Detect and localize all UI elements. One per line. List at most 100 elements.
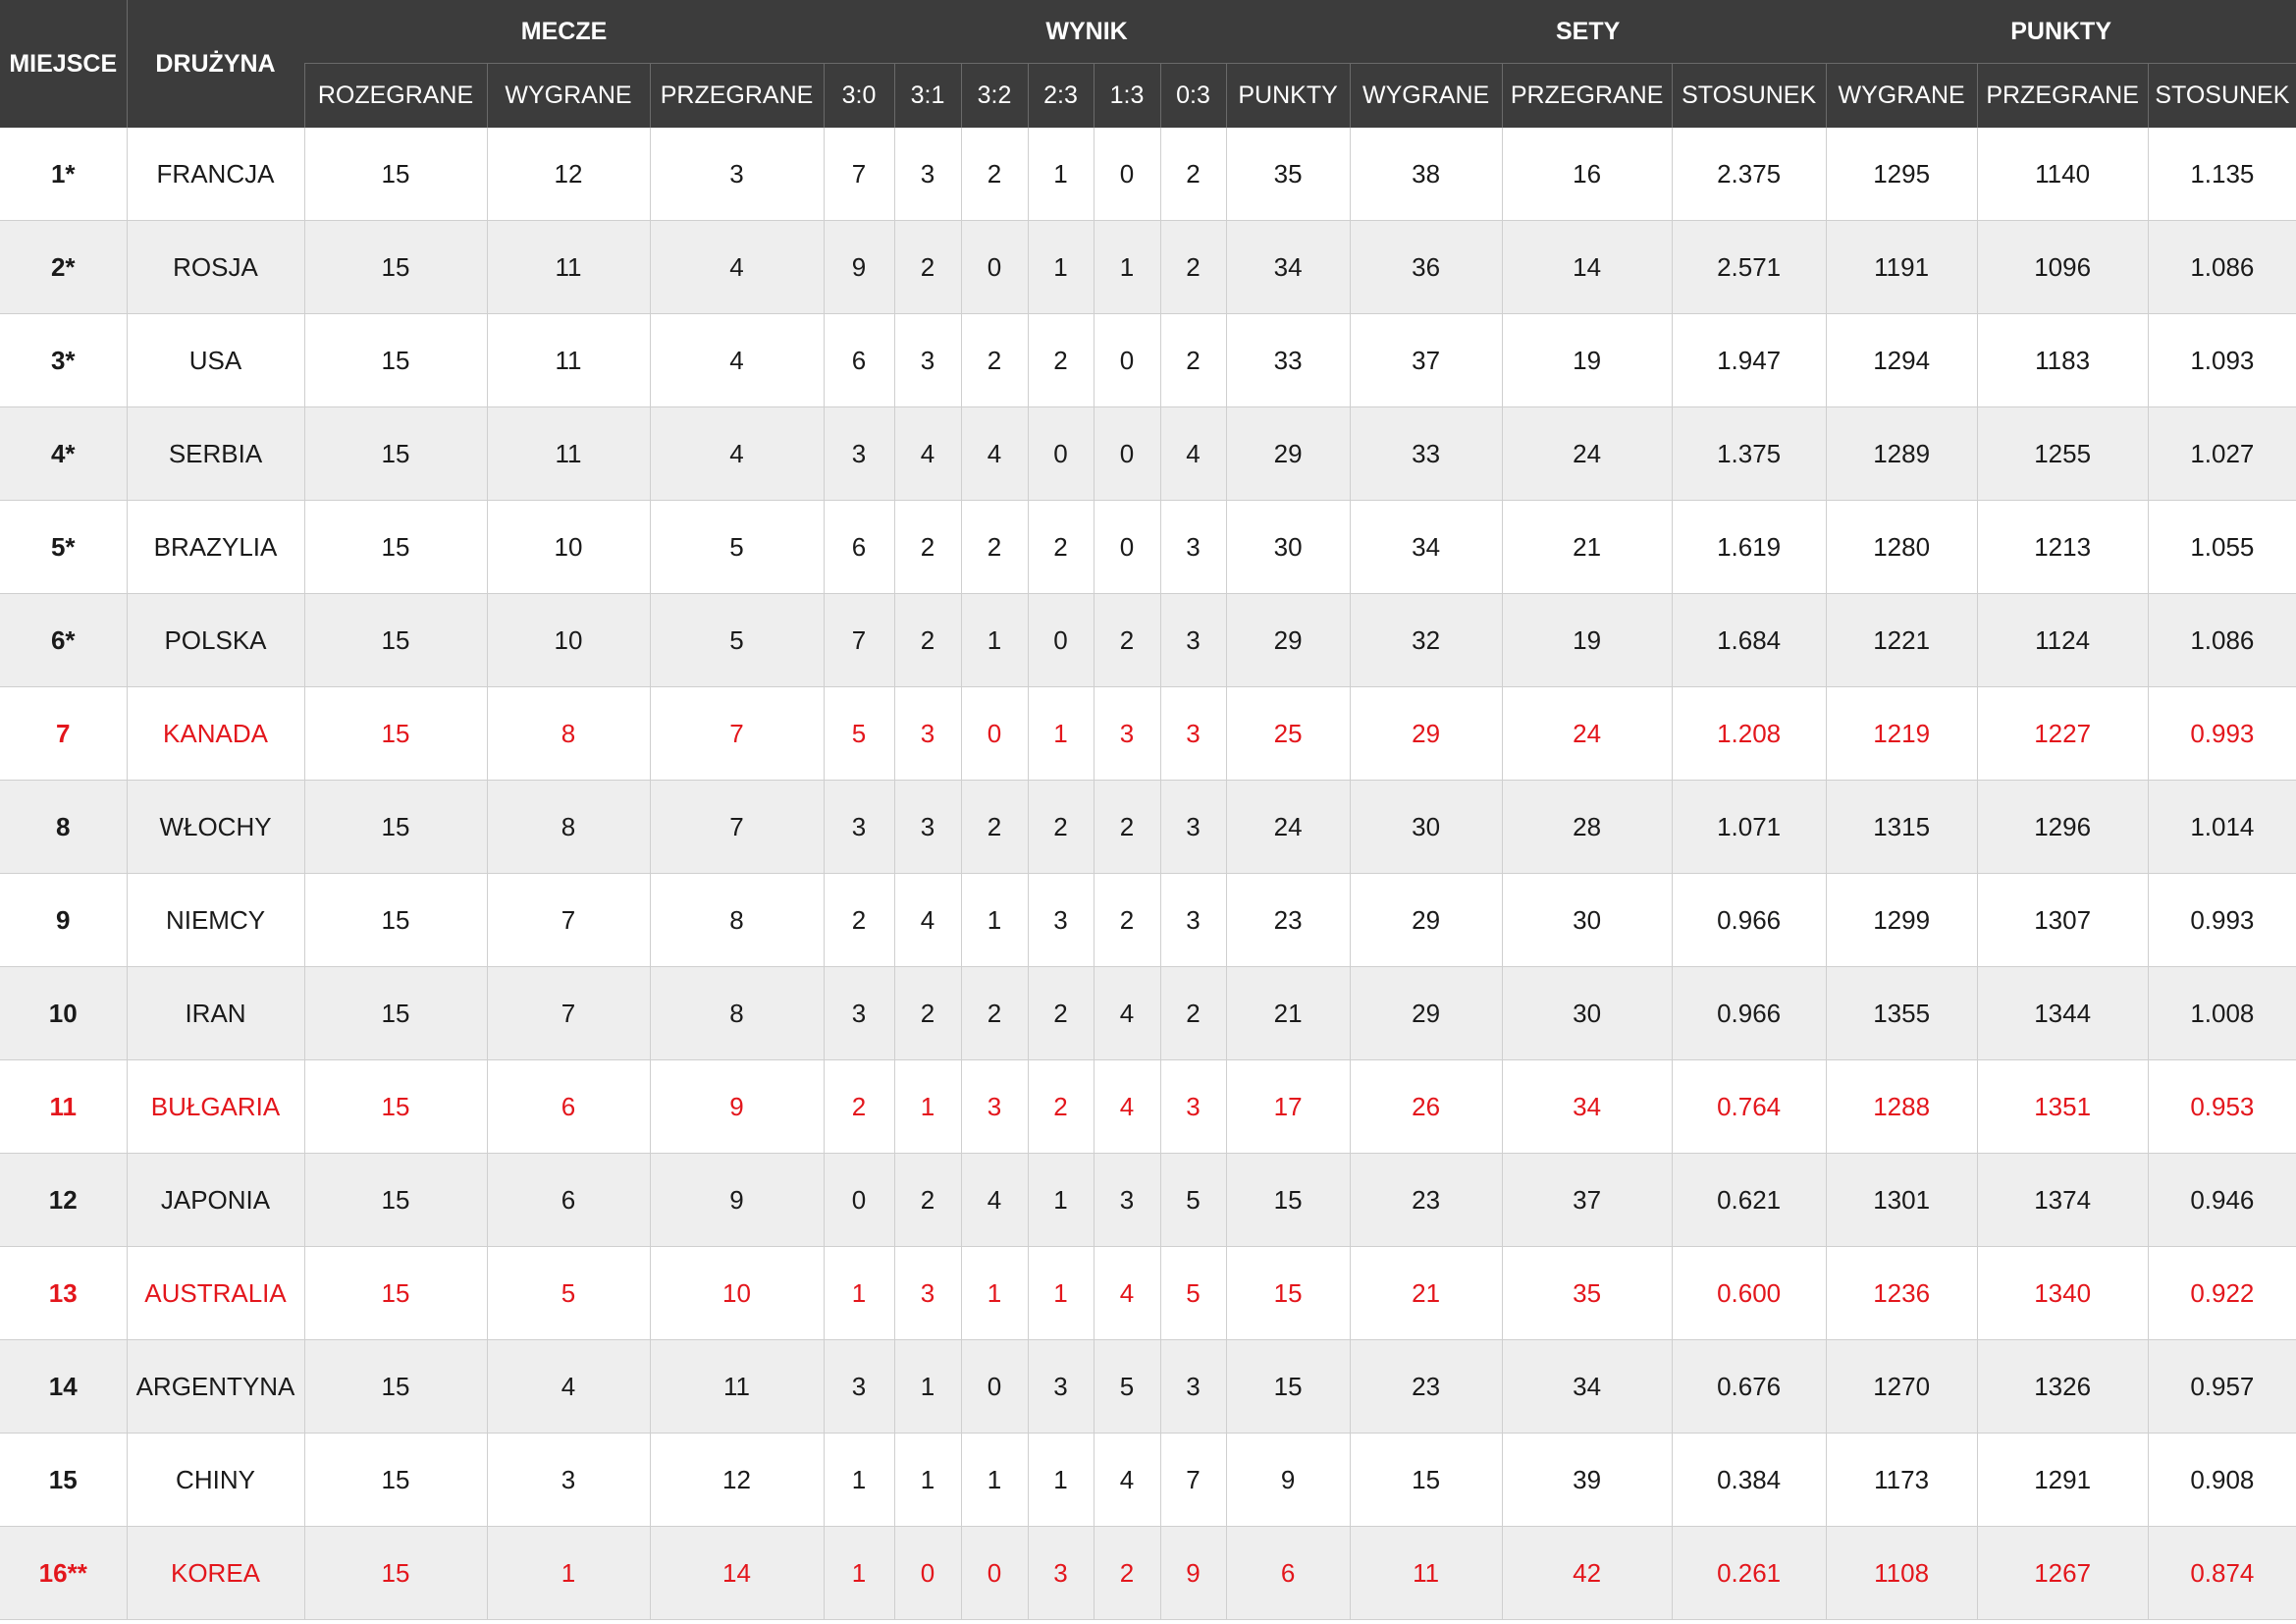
cell-punkty: 30 — [1225, 500, 1351, 594]
cell-punkty: 15 — [1225, 1246, 1351, 1340]
cell-sety-przegrane: 19 — [1501, 593, 1673, 687]
cell-result-1-3: 2 — [1093, 593, 1161, 687]
cell-druzyna: KOREA — [126, 1526, 304, 1620]
cell-punkty: 9 — [1225, 1433, 1351, 1527]
cell-punkty: 21 — [1225, 966, 1351, 1060]
cell-pkt-przegrane: 1267 — [1976, 1526, 2149, 1620]
cell-pkt-wygrane: 1294 — [1825, 313, 1978, 407]
cell-pkt-wygrane: 1355 — [1825, 966, 1978, 1060]
cell-przegrane: 4 — [649, 220, 825, 314]
cell-pkt-przegrane: 1124 — [1976, 593, 2149, 687]
table-row: 9 NIEMCY 15 7 8 2 4 1 3 2 3 23 29 30 0.966 1299 1307 0.99… — [0, 873, 2296, 967]
table-row: 4* SERBIA 15 11 4 3 4 4 0 0 4 29 33 24 1.375 1289 1255 1.… — [0, 406, 2296, 501]
cell-wygrane: 11 — [486, 406, 650, 501]
cell-sety-stosunek: 1.208 — [1671, 686, 1827, 781]
cell-druzyna: KANADA — [126, 686, 304, 781]
cell-pkt-wygrane: 1288 — [1825, 1059, 1978, 1154]
cell-druzyna: FRANCJA — [126, 128, 304, 221]
cell-punkty: 25 — [1225, 686, 1351, 781]
cell-result-0-3: 3 — [1159, 1059, 1227, 1154]
header-group-sety: SETY — [1350, 0, 1827, 64]
cell-pkt-stosunek: 1.008 — [2147, 966, 2296, 1060]
header-sety-przegrane: PRZEGRANE — [1501, 63, 1673, 128]
cell-miejsce: 4* — [0, 406, 127, 501]
cell-result-1-3: 3 — [1093, 1153, 1161, 1247]
table-row: 16** KOREA 15 1 14 1 0 0 3 2 9 6 11 42 0.261 1108 1267 0.… — [0, 1526, 2296, 1620]
cell-wygrane: 11 — [486, 220, 650, 314]
cell-przegrane: 12 — [649, 1433, 825, 1527]
cell-sety-stosunek: 0.966 — [1671, 873, 1827, 967]
cell-result-3-0: 7 — [823, 593, 895, 687]
cell-sety-przegrane: 35 — [1501, 1246, 1673, 1340]
cell-result-1-3: 0 — [1093, 406, 1161, 501]
cell-result-3-2: 4 — [960, 406, 1029, 501]
cell-pkt-stosunek: 1.093 — [2147, 313, 2296, 407]
cell-sety-wygrane: 29 — [1349, 686, 1503, 781]
cell-sety-stosunek: 1.619 — [1671, 500, 1827, 594]
cell-result-2-3: 1 — [1027, 220, 1095, 314]
header-result-3-1: 3:1 — [893, 63, 962, 128]
cell-result-1-3: 4 — [1093, 966, 1161, 1060]
cell-result-3-1: 3 — [893, 1246, 962, 1340]
cell-miejsce: 11 — [0, 1059, 127, 1154]
cell-punkty: 15 — [1225, 1339, 1351, 1434]
cell-wygrane: 12 — [486, 128, 650, 221]
cell-result-3-1: 2 — [893, 966, 962, 1060]
header-wygrane: WYGRANE — [486, 63, 650, 128]
cell-result-1-3: 5 — [1093, 1339, 1161, 1434]
cell-pkt-stosunek: 0.922 — [2147, 1246, 2296, 1340]
cell-punkty: 33 — [1225, 313, 1351, 407]
cell-sety-przegrane: 30 — [1501, 966, 1673, 1060]
cell-druzyna: AUSTRALIA — [126, 1246, 304, 1340]
header-rozegrane: ROZEGRANE — [303, 63, 487, 128]
header-pkt-wygrane: WYGRANE — [1825, 63, 1978, 128]
cell-punkty: 23 — [1225, 873, 1351, 967]
header-group-mecze: MECZE — [304, 0, 825, 64]
cell-wygrane: 6 — [486, 1059, 650, 1154]
table-row: 14 ARGENTYNA 15 4 11 3 1 0 3 5 3 15 23 34 0.676 1270 132… — [0, 1339, 2296, 1434]
cell-miejsce: 16** — [0, 1526, 127, 1620]
cell-punkty: 15 — [1225, 1153, 1351, 1247]
cell-result-3-0: 6 — [823, 500, 895, 594]
cell-result-3-1: 3 — [893, 686, 962, 781]
cell-miejsce: 3* — [0, 313, 127, 407]
cell-przegrane: 8 — [649, 873, 825, 967]
cell-result-2-3: 3 — [1027, 1526, 1095, 1620]
cell-sety-wygrane: 15 — [1349, 1433, 1503, 1527]
cell-wygrane: 1 — [486, 1526, 650, 1620]
cell-pkt-wygrane: 1270 — [1825, 1339, 1978, 1434]
cell-result-0-3: 5 — [1159, 1153, 1227, 1247]
cell-miejsce: 8 — [0, 780, 127, 874]
cell-druzyna: USA — [126, 313, 304, 407]
cell-result-3-2: 1 — [960, 1246, 1029, 1340]
header-result-3-2: 3:2 — [960, 63, 1029, 128]
cell-wygrane: 10 — [486, 500, 650, 594]
cell-druzyna: POLSKA — [126, 593, 304, 687]
table-row: 7 KANADA 15 8 7 5 3 0 1 3 3 25 29 24 1.208 1219 1227 0.99… — [0, 686, 2296, 781]
cell-pkt-wygrane: 1315 — [1825, 780, 1978, 874]
cell-result-3-0: 9 — [823, 220, 895, 314]
cell-result-3-2: 0 — [960, 1526, 1029, 1620]
cell-result-0-3: 2 — [1159, 313, 1227, 407]
cell-result-0-3: 2 — [1159, 128, 1227, 221]
cell-sety-stosunek: 0.261 — [1671, 1526, 1827, 1620]
cell-sety-przegrane: 24 — [1501, 406, 1673, 501]
cell-przegrane: 5 — [649, 593, 825, 687]
cell-sety-stosunek: 0.621 — [1671, 1153, 1827, 1247]
cell-pkt-stosunek: 0.993 — [2147, 686, 2296, 781]
cell-pkt-wygrane: 1301 — [1825, 1153, 1978, 1247]
cell-druzyna: IRAN — [126, 966, 304, 1060]
cell-miejsce: 10 — [0, 966, 127, 1060]
cell-rozegrane: 15 — [303, 1153, 487, 1247]
cell-wygrane: 6 — [486, 1153, 650, 1247]
cell-rozegrane: 15 — [303, 1059, 487, 1154]
cell-wygrane: 5 — [486, 1246, 650, 1340]
cell-pkt-przegrane: 1213 — [1976, 500, 2149, 594]
cell-result-3-1: 2 — [893, 1153, 962, 1247]
cell-result-3-0: 3 — [823, 966, 895, 1060]
cell-result-2-3: 3 — [1027, 873, 1095, 967]
cell-sety-stosunek: 0.764 — [1671, 1059, 1827, 1154]
cell-result-1-3: 0 — [1093, 500, 1161, 594]
cell-rozegrane: 15 — [303, 1246, 487, 1340]
cell-sety-stosunek: 2.375 — [1671, 128, 1827, 221]
